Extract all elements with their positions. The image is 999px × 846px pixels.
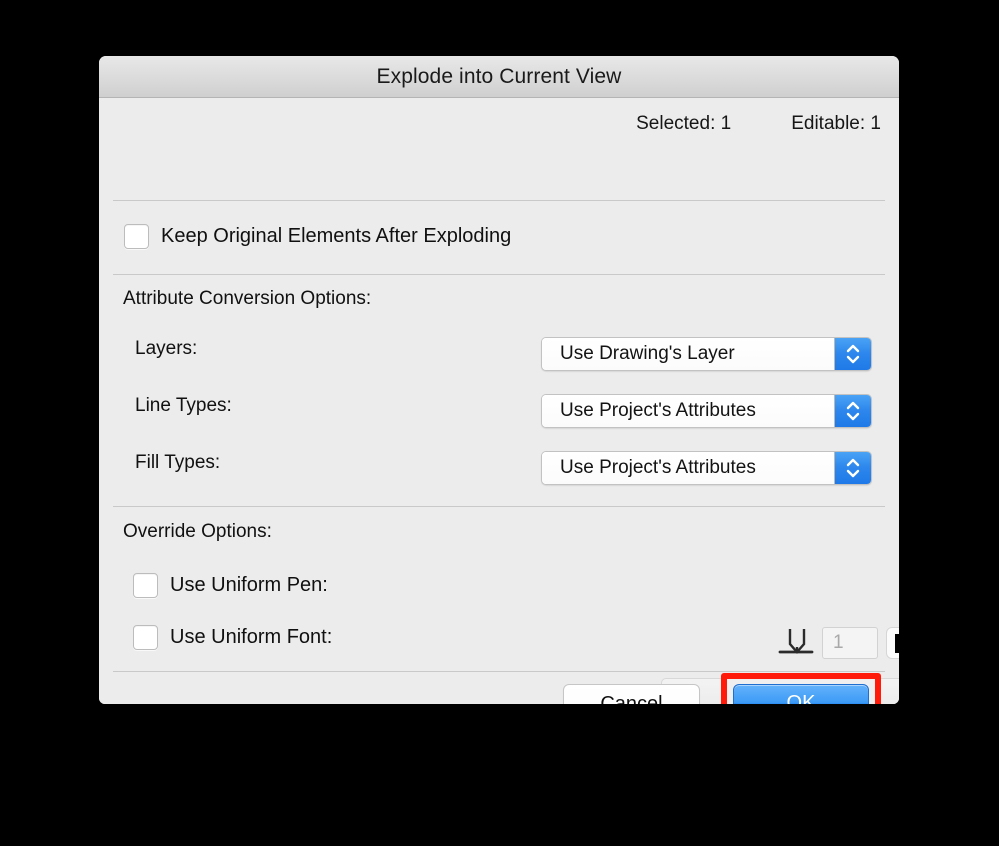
pen-color-indicator: [895, 633, 899, 653]
uniform-pen-number-field[interactable]: 1: [822, 627, 878, 659]
dialog-titlebar: Explode into Current View: [99, 56, 899, 98]
chevron-down-icon: [846, 412, 860, 421]
selected-count: Selected: 1: [636, 113, 732, 134]
uniform-pen-checkbox[interactable]: [133, 573, 158, 598]
uniform-font-label: Use Uniform Font:: [170, 626, 333, 648]
cancel-button-label: Cancel: [600, 692, 663, 705]
separator-attributes: [113, 274, 885, 275]
uniform-font-row[interactable]: Use Uniform Font:: [133, 625, 332, 650]
fill-types-stepper[interactable]: [834, 452, 871, 484]
separator-top: [113, 200, 885, 201]
explode-dialog: Explode into Current View Selected: 1 Ed…: [99, 56, 899, 704]
line-types-popup-value: Use Project's Attributes: [542, 395, 834, 427]
layers-stepper[interactable]: [834, 338, 871, 370]
editable-count: Editable: 1: [791, 113, 881, 134]
uniform-pen-color-swatch[interactable]: [886, 627, 899, 659]
keep-original-checkbox[interactable]: [124, 224, 149, 249]
dialog-title: Explode into Current View: [376, 64, 622, 88]
layers-popup-button[interactable]: Use Drawing's Layer: [541, 337, 872, 371]
ok-button[interactable]: OK: [733, 683, 869, 704]
separator-override: [113, 506, 885, 507]
line-types-label: Line Types:: [135, 395, 232, 416]
pen-weight-icon: [778, 629, 814, 654]
fill-types-popup-value: Use Project's Attributes: [542, 452, 834, 484]
cancel-button[interactable]: Cancel: [563, 684, 700, 704]
selection-counts: Selected: 1 Editable: 1: [636, 113, 881, 135]
keep-original-label: Keep Original Elements After Exploding: [161, 225, 512, 247]
layers-label: Layers:: [135, 338, 198, 359]
uniform-pen-number-value: 1: [833, 632, 844, 653]
chevron-up-icon: [846, 458, 860, 467]
line-types-popup-button[interactable]: Use Project's Attributes: [541, 394, 872, 428]
keep-original-row[interactable]: Keep Original Elements After Exploding: [124, 224, 511, 249]
chevron-up-icon: [846, 401, 860, 410]
uniform-pen-label: Use Uniform Pen:: [170, 574, 328, 596]
ok-button-highlight: OK: [721, 673, 881, 704]
fill-types-label: Fill Types:: [135, 452, 221, 473]
chevron-down-icon: [846, 355, 860, 364]
attribute-section-title: Attribute Conversion Options:: [123, 288, 372, 309]
fill-types-popup-button[interactable]: Use Project's Attributes: [541, 451, 872, 485]
separator-footer: [113, 671, 885, 672]
chevron-up-icon: [846, 344, 860, 353]
uniform-font-checkbox[interactable]: [133, 625, 158, 650]
chevron-down-icon: [846, 469, 860, 478]
layers-popup-value: Use Drawing's Layer: [542, 338, 834, 370]
line-types-stepper[interactable]: [834, 395, 871, 427]
override-section-title: Override Options:: [123, 521, 272, 542]
uniform-pen-row[interactable]: Use Uniform Pen:: [133, 573, 328, 598]
dialog-body: Selected: 1 Editable: 1 Keep Original El…: [99, 98, 899, 704]
ok-button-label: OK: [786, 692, 816, 704]
